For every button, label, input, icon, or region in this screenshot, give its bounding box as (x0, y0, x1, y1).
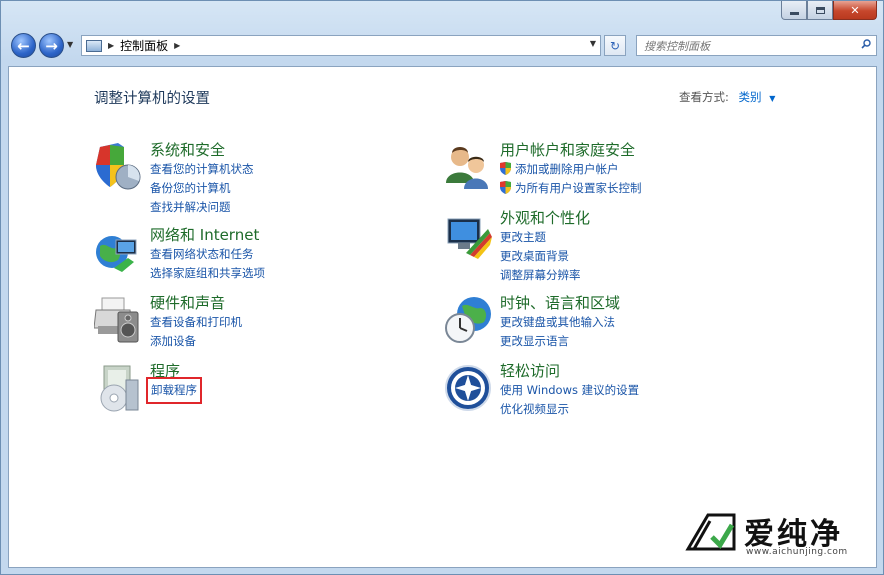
recent-pages-dropdown[interactable]: ▼ (67, 40, 73, 49)
category-title[interactable]: 系统和安全 (150, 139, 225, 160)
globe-network-icon[interactable] (94, 228, 142, 276)
globe-clock-icon[interactable] (444, 296, 492, 344)
category-links: 查看您的计算机状态 备份您的计算机 查找并解决问题 (150, 160, 254, 217)
forward-button[interactable]: → (39, 33, 64, 58)
maximize-icon (815, 6, 825, 14)
search-box[interactable] (636, 35, 877, 56)
navigation-bar: ← → ▼ ▶ 控制面板 ▶ ▼ ↻ (9, 33, 877, 59)
link-network-status[interactable]: 查看网络状态和任务 (150, 245, 265, 264)
shield-chart-icon[interactable] (94, 143, 142, 191)
link-add-remove-users[interactable]: 添加或删除用户帐户 (500, 160, 642, 179)
link-change-keyboard[interactable]: 更改键盘或其他输入法 (500, 313, 615, 332)
address-bar[interactable]: ▶ 控制面板 ▶ ▼ (81, 35, 601, 56)
maximize-button[interactable] (807, 1, 833, 20)
view-by: 查看方式: 类别 ▼ (679, 89, 775, 105)
monitor-palette-icon[interactable] (444, 211, 492, 259)
category-title[interactable]: 用户帐户和家庭安全 (500, 139, 635, 160)
watermark: 爱纯净 www.aichunjing.com (678, 503, 870, 563)
category-links: 使用 Windows 建议的设置 优化视频显示 (500, 381, 639, 419)
control-panel-window: ✕ ← → ▼ ▶ 控制面板 ▶ ▼ ↻ 调整计算机的设置 查看方式: 类别 ▼ (0, 0, 884, 575)
content-pane: 调整计算机的设置 查看方式: 类别 ▼ 系统和安全 查看您的计算机状态 备份您的… (8, 66, 877, 568)
address-dropdown-icon[interactable]: ▼ (590, 39, 596, 48)
link-label: 添加或删除用户帐户 (515, 162, 619, 176)
close-icon: ✕ (850, 3, 860, 17)
breadcrumb-control-panel[interactable]: 控制面板 (120, 37, 168, 54)
category-title[interactable]: 外观和个性化 (500, 207, 590, 228)
minimize-button[interactable] (781, 1, 807, 20)
search-input[interactable] (642, 37, 856, 56)
link-optimize-display[interactable]: 优化视频显示 (500, 400, 639, 419)
category-title[interactable]: 轻松访问 (500, 360, 560, 381)
category-appearance: 外观和个性化 更改主题 更改桌面背景 调整屏幕分辨率 (444, 207, 774, 282)
uac-shield-icon (500, 181, 511, 194)
arrow-right-icon: → (45, 36, 58, 55)
category-links: 卸载程序 (146, 377, 202, 404)
link-troubleshoot[interactable]: 查找并解决问题 (150, 198, 254, 217)
link-homegroup-sharing[interactable]: 选择家庭组和共享选项 (150, 264, 265, 283)
refresh-icon: ↻ (609, 38, 621, 53)
link-windows-recommended-settings[interactable]: 使用 Windows 建议的设置 (500, 381, 639, 400)
category-system-security: 系统和安全 查看您的计算机状态 备份您的计算机 查找并解决问题 (94, 139, 424, 214)
category-programs: 程序 卸载程序 (94, 360, 424, 426)
back-button[interactable]: ← (11, 33, 36, 58)
ease-of-access-icon[interactable] (444, 364, 492, 412)
category-links: 添加或删除用户帐户 为所有用户设置家长控制 (500, 160, 642, 198)
view-by-label: 查看方式: (679, 90, 729, 104)
control-panel-icon (86, 39, 102, 52)
category-title[interactable]: 程序 (150, 360, 180, 381)
chevron-down-icon[interactable]: ▼ (769, 94, 775, 103)
link-devices-printers[interactable]: 查看设备和打印机 (150, 313, 242, 332)
link-screen-resolution[interactable]: 调整屏幕分辨率 (500, 266, 581, 285)
minimize-icon (789, 11, 799, 15)
category-title[interactable]: 硬件和声音 (150, 292, 225, 313)
link-uninstall-program[interactable]: 卸载程序 (146, 377, 202, 404)
link-change-theme[interactable]: 更改主题 (500, 228, 581, 247)
breadcrumb-chevron-icon[interactable]: ▶ (174, 41, 180, 50)
programs-disc-icon[interactable] (94, 364, 142, 412)
link-desktop-background[interactable]: 更改桌面背景 (500, 247, 581, 266)
breadcrumb-chevron-icon[interactable]: ▶ (108, 41, 114, 50)
arrow-left-icon: ← (17, 36, 30, 55)
printer-speaker-icon[interactable] (94, 296, 142, 344)
link-backup-computer[interactable]: 备份您的计算机 (150, 179, 254, 198)
view-by-dropdown[interactable]: 类别 (739, 90, 762, 104)
category-network: 网络和 Internet 查看网络状态和任务 选择家庭组和共享选项 (94, 224, 424, 290)
category-clock-region: 时钟、语言和区域 更改键盘或其他输入法 更改显示语言 (444, 292, 774, 358)
link-view-computer-status[interactable]: 查看您的计算机状态 (150, 160, 254, 179)
watermark-logo (685, 513, 736, 551)
page-title: 调整计算机的设置 (94, 91, 210, 107)
uac-shield-icon (500, 162, 511, 175)
search-icon[interactable] (861, 39, 871, 49)
category-hardware: 硬件和声音 查看设备和打印机 添加设备 (94, 292, 424, 358)
caption-buttons: ✕ (781, 1, 877, 20)
refresh-button[interactable]: ↻ (604, 35, 626, 56)
link-display-language[interactable]: 更改显示语言 (500, 332, 615, 351)
category-links: 查看网络状态和任务 选择家庭组和共享选项 (150, 245, 265, 283)
link-parental-controls[interactable]: 为所有用户设置家长控制 (500, 179, 642, 198)
category-ease-access: 轻松访问 使用 Windows 建议的设置 优化视频显示 (444, 360, 774, 426)
link-label: 为所有用户设置家长控制 (515, 181, 642, 195)
link-add-device[interactable]: 添加设备 (150, 332, 242, 351)
category-title[interactable]: 网络和 Internet (150, 224, 259, 245)
close-button[interactable]: ✕ (833, 1, 877, 20)
category-links: 查看设备和打印机 添加设备 (150, 313, 242, 351)
watermark-url: www.aichunjing.com (746, 547, 848, 557)
category-links: 更改主题 更改桌面背景 调整屏幕分辨率 (500, 228, 581, 285)
users-icon[interactable] (444, 143, 492, 191)
category-title[interactable]: 时钟、语言和区域 (500, 292, 620, 313)
category-user-accounts: 用户帐户和家庭安全 添加或删除用户帐户 为所有用户设置家长控制 (444, 139, 774, 205)
category-links: 更改键盘或其他输入法 更改显示语言 (500, 313, 615, 351)
